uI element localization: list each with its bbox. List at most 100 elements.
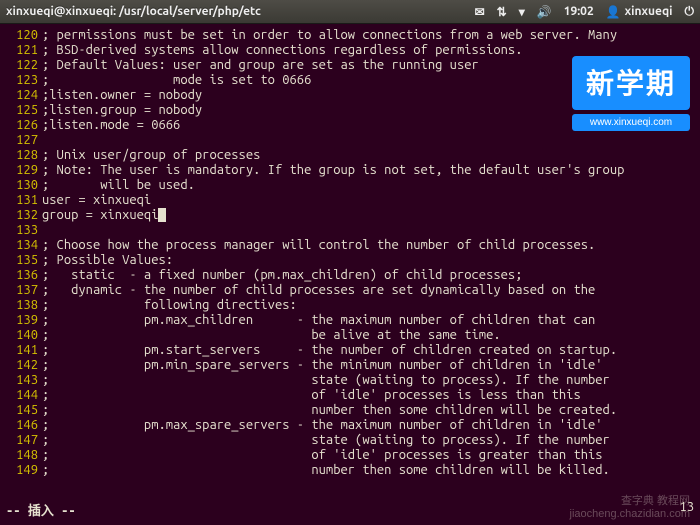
vim-mode: -- 插入 -- (6, 500, 76, 519)
code-line[interactable]: 136; static - a fixed number (pm.max_chi… (6, 268, 694, 283)
line-number: 137 (6, 283, 42, 298)
watermark-big: 新学期 (572, 56, 690, 110)
line-number: 123 (6, 73, 42, 88)
line-number: 132 (6, 208, 42, 223)
code-line[interactable]: 144; of 'idle' processes is less than th… (6, 388, 694, 403)
line-text: ; Choose how the process manager will co… (42, 238, 595, 253)
watermark-bottom-line2: jiaocheng.chazidian.com (570, 508, 690, 521)
system-tray: ✉ ⇅ ▾ 🔊 19:02 👤 xinxueqi ⏻ (475, 5, 694, 19)
line-number: 131 (6, 193, 42, 208)
line-number: 121 (6, 43, 42, 58)
line-text: ; number then some children will be kill… (42, 463, 610, 478)
line-text: ; Possible Values: (42, 253, 173, 268)
line-text: ; Default Values: user and group are set… (42, 58, 479, 73)
speaker-icon[interactable]: 🔊 (537, 5, 552, 19)
line-text: ;listen.owner = nobody (42, 88, 202, 103)
line-number: 120 (6, 28, 42, 43)
line-number: 147 (6, 433, 42, 448)
line-number: 142 (6, 358, 42, 373)
line-text: ; Note: The user is mandatory. If the gr… (42, 163, 624, 178)
line-text: ; mode is set to 0666 (42, 73, 311, 88)
line-text: ;listen.mode = 0666 (42, 118, 180, 133)
person-icon: 👤 (606, 5, 621, 19)
line-text: ; static - a fixed number (pm.max_childr… (42, 268, 522, 283)
line-number: 135 (6, 253, 42, 268)
user-name: xinxueqi (625, 5, 673, 18)
mail-icon[interactable]: ✉ (475, 5, 485, 19)
code-line[interactable]: 143; state (waiting to process). If the … (6, 373, 694, 388)
line-number: 144 (6, 388, 42, 403)
code-line[interactable]: 139; pm.max_children - the maximum numbe… (6, 313, 694, 328)
code-line[interactable]: 131user = xinxueqi (6, 193, 694, 208)
code-line[interactable]: 129; Note: The user is mandatory. If the… (6, 163, 694, 178)
code-line[interactable]: 127 (6, 133, 694, 148)
line-number: 129 (6, 163, 42, 178)
code-line[interactable]: 137; dynamic - the number of child proce… (6, 283, 694, 298)
line-text: ; of 'idle' processes is less than this (42, 388, 581, 403)
line-text: ; pm.min_spare_servers - the minimum num… (42, 358, 603, 373)
line-text: ; permissions must be set in order to al… (42, 28, 617, 43)
line-number: 136 (6, 268, 42, 283)
code-line[interactable]: 120; permissions must be set in order to… (6, 28, 694, 43)
line-text: ; of 'idle' processes is greater than th… (42, 448, 603, 463)
line-text: group = xinxueqi (42, 208, 158, 223)
code-line[interactable]: 132group = xinxueqi (6, 208, 694, 223)
text-cursor (158, 208, 166, 222)
wifi-icon[interactable]: ▾ (519, 5, 525, 19)
code-line[interactable]: 130; will be used. (6, 178, 694, 193)
line-number: 127 (6, 133, 42, 148)
line-number: 140 (6, 328, 42, 343)
code-line[interactable]: 145; number then some children will be c… (6, 403, 694, 418)
line-text: ; BSD-derived systems allow connections … (42, 43, 522, 58)
line-number: 128 (6, 148, 42, 163)
line-text: ; pm.start_servers - the number of child… (42, 343, 617, 358)
line-number: 148 (6, 448, 42, 463)
line-text: ; pm.max_spare_servers - the maximum num… (42, 418, 603, 433)
line-number: 139 (6, 313, 42, 328)
code-line[interactable]: 147; state (waiting to process). If the … (6, 433, 694, 448)
watermark-badge: 新学期 www.xinxueqi.com (572, 56, 690, 131)
watermark-bottom: 查字典 教程网 jiaocheng.chazidian.com (570, 495, 690, 521)
line-text: ; state (waiting to process). If the num… (42, 373, 610, 388)
watermark-bottom-line1: 查字典 教程网 (570, 495, 690, 508)
line-text: ; be alive at the same time. (42, 328, 501, 343)
code-line[interactable]: 148; of 'idle' processes is greater than… (6, 448, 694, 463)
line-number: 145 (6, 403, 42, 418)
code-line[interactable]: 149; number then some children will be k… (6, 463, 694, 478)
code-line[interactable]: 133 (6, 223, 694, 238)
code-line[interactable]: 138; following directives: (6, 298, 694, 313)
gnome-top-bar: xinxueqi@xinxueqi: /usr/local/server/php… (0, 0, 700, 24)
line-number: 122 (6, 58, 42, 73)
line-number: 134 (6, 238, 42, 253)
line-text: ; Unix user/group of processes (42, 148, 260, 163)
code-line[interactable]: 142; pm.min_spare_servers - the minimum … (6, 358, 694, 373)
line-text: ; dynamic - the number of child processe… (42, 283, 595, 298)
line-text: user = xinxueqi (42, 193, 151, 208)
line-text: ; number then some children will be crea… (42, 403, 617, 418)
window-title: xinxueqi@xinxueqi: /usr/local/server/php… (6, 5, 475, 18)
line-number: 149 (6, 463, 42, 478)
line-number: 138 (6, 298, 42, 313)
code-line[interactable]: 128; Unix user/group of processes (6, 148, 694, 163)
line-text: ; following directives: (42, 298, 297, 313)
line-number: 130 (6, 178, 42, 193)
line-text: ; will be used. (42, 178, 195, 193)
watermark-url: www.xinxueqi.com (572, 114, 690, 131)
code-line[interactable]: 146; pm.max_spare_servers - the maximum … (6, 418, 694, 433)
line-number: 143 (6, 373, 42, 388)
code-line[interactable]: 141; pm.start_servers - the number of ch… (6, 343, 694, 358)
line-text: ; pm.max_children - the maximum number o… (42, 313, 595, 328)
code-line[interactable]: 140; be alive at the same time. (6, 328, 694, 343)
code-line[interactable]: 135; Possible Values: (6, 253, 694, 268)
line-number: 133 (6, 223, 42, 238)
user-menu[interactable]: 👤 xinxueqi (606, 5, 673, 19)
line-number: 126 (6, 118, 42, 133)
line-text: ;listen.group = nobody (42, 103, 202, 118)
power-icon[interactable]: ⏻ (685, 5, 695, 19)
line-number: 146 (6, 418, 42, 433)
network-updown-icon[interactable]: ⇅ (497, 5, 507, 19)
line-number: 141 (6, 343, 42, 358)
line-text: ; state (waiting to process). If the num… (42, 433, 610, 448)
code-line[interactable]: 134; Choose how the process manager will… (6, 238, 694, 253)
clock[interactable]: 19:02 (564, 5, 594, 18)
